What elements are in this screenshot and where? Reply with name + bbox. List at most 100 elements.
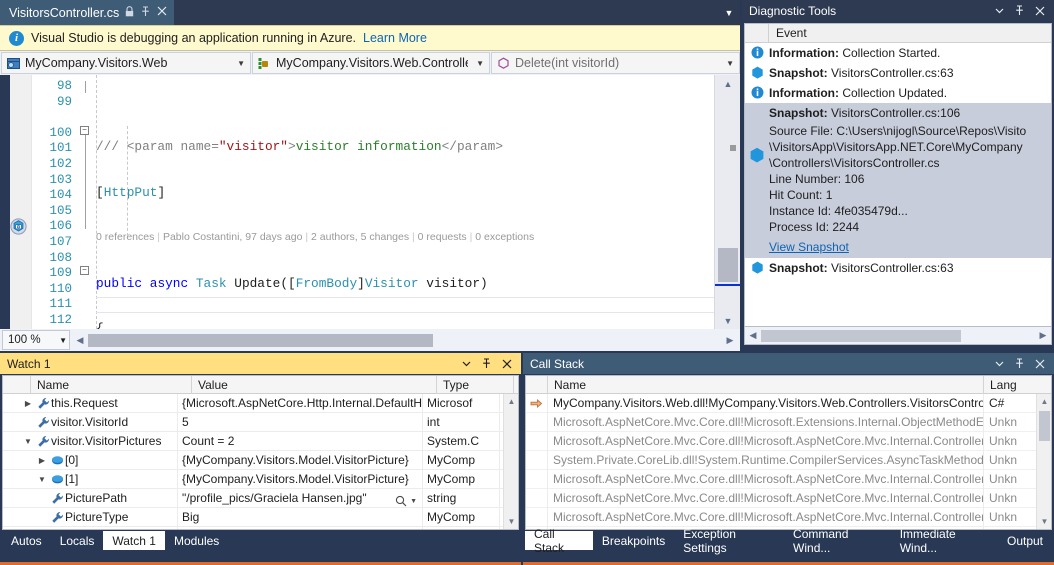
chevron-down-icon[interactable] [460,357,473,370]
table-row[interactable]: ▼ visitor.VisitorPictures Count = 2 Syst… [3,431,518,451]
scroll-down-button[interactable]: ▼ [1037,514,1051,529]
tab-command-window[interactable]: Command Wind... [784,527,891,555]
watch-value-cell[interactable]: {Microsoft.AspNetCore.Http.Internal.Defa… [178,393,423,413]
editor-vertical-scrollbar[interactable]: ▲ ▼ [714,75,740,329]
snappoint-icon[interactable] [10,218,27,235]
editor-horizontal-scrollbar[interactable]: ◀ ▶ [72,330,738,350]
watch-value-cell[interactable]: "/profile_pics/Graciela Hansen.jpg" ▼ [178,488,423,508]
column-header-name[interactable]: Name [31,376,192,394]
watch-name-cell[interactable]: ▼ visitor.VisitorPictures [3,431,178,451]
scroll-right-button[interactable]: ▶ [722,331,738,349]
table-row[interactable]: MyCompany.Visitors.Web.dll!MyCompany.Vis… [526,393,1051,413]
diagnostic-horizontal-scrollbar[interactable]: ◀ ▶ [744,327,1052,345]
diagnostic-event-row-selected[interactable]: Snapshot: VisitorsController.cs:106 Sour… [745,103,1051,258]
diag-hscroll-thumb[interactable] [761,329,961,342]
table-row[interactable]: ▶ [0] {MyCompany.Visitors.Model.VisitorP… [3,450,518,470]
close-icon[interactable] [1033,4,1046,17]
table-row[interactable]: PicturePath "/profile_pics/Graciela Hans… [3,488,518,508]
zoom-level-dropdown[interactable]: 100 % ▼ [2,330,70,350]
chevron-down-icon[interactable]: ▼ [723,59,737,68]
close-icon[interactable] [1033,357,1046,370]
table-row[interactable]: Microsoft.AspNetCore.Mvc.Core.dll!Micros… [526,507,1051,527]
scroll-right-button[interactable]: ▶ [1035,327,1051,345]
expander-collapsed-icon[interactable]: ▶ [21,394,35,413]
chevron-down-icon[interactable]: ▼ [718,0,740,25]
watch-value-cell[interactable]: {MyCompany.Visitors.Model.VisitorPicture… [178,450,423,470]
pin-icon[interactable] [140,5,151,20]
column-header-name[interactable]: Name [548,376,984,394]
pin-icon[interactable] [1013,4,1026,17]
close-icon[interactable] [157,6,167,19]
watch-name-cell[interactable]: ▶ this.Request [3,393,178,413]
diag-hscroll-track[interactable] [761,329,1035,342]
tab-immediate-window[interactable]: Immediate Wind... [891,527,998,555]
column-header-type[interactable]: Type [437,376,514,394]
lock-icon[interactable] [125,5,134,20]
diagnostic-events-list[interactable]: Event Information: Collection Started. S… [744,23,1052,327]
call-stack-vertical-scrollbar[interactable]: ▲ ▼ [1036,394,1051,529]
expander-collapsed-icon[interactable]: ▶ [35,451,49,470]
tab-autos[interactable]: Autos [2,531,51,550]
code-surface[interactable]: 98 99 100 101 102 103 104 105 106 107 10… [0,75,740,329]
tab-call-stack[interactable]: Call Stack [525,527,593,555]
chevron-down-icon[interactable]: ▼ [234,59,248,68]
watch-name-cell[interactable]: ▼ [1] [3,469,178,489]
chevron-down-icon[interactable] [993,357,1006,370]
scroll-up-button[interactable]: ▲ [1037,394,1051,409]
tab-exception-settings[interactable]: Exception Settings [674,527,784,555]
watch-name-cell[interactable]: PictureType [3,507,178,527]
document-tab-visitorscontroller[interactable]: VisitorsController.cs [0,0,175,25]
watch-value-cell[interactable]: 5 [178,412,423,432]
navbar-type-dropdown[interactable]: MyCompany.Visitors.Web.Controllers.\ ▼ [252,52,490,74]
tab-modules[interactable]: Modules [165,531,228,550]
table-row[interactable]: Microsoft.AspNetCore.Mvc.Core.dll!Micros… [526,469,1051,489]
tab-breakpoints[interactable]: Breakpoints [593,531,674,550]
collapse-toggle[interactable]: − [80,266,89,275]
diagnostic-event-row[interactable]: Information: Collection Updated. [745,83,1051,103]
column-header-lang[interactable]: Lang [984,376,1036,394]
view-snapshot-link[interactable]: View Snapshot [769,239,1026,255]
diagnostic-event-row[interactable]: Snapshot: VisitorsController.cs:63 [745,63,1051,83]
visualizer-button[interactable]: ▼ [395,492,417,508]
pin-icon[interactable] [480,357,493,370]
scroll-left-button[interactable]: ◀ [72,331,88,349]
learn-more-link[interactable]: Learn More [363,31,427,45]
navbar-member-dropdown[interactable]: Delete(int visitorId) ▼ [491,52,740,74]
call-stack-grid[interactable]: Name Lang MyCompany.Visitors.Web.dll!MyC… [525,375,1052,530]
tab-watch-1[interactable]: Watch 1 [103,531,165,550]
call-stack-scroll-thumb[interactable] [1039,411,1050,441]
watch-value-cell[interactable]: Big [178,507,423,527]
collapse-toggle[interactable]: − [80,126,89,135]
tab-output[interactable]: Output [998,531,1052,550]
column-header-value[interactable]: Value [192,376,437,394]
close-icon[interactable] [500,357,513,370]
diagnostic-event-row[interactable]: Information: Collection Started. [745,43,1051,63]
outlining-margin[interactable]: − − [78,75,94,329]
scroll-up-button[interactable]: ▲ [715,75,740,92]
tab-locals[interactable]: Locals [51,531,104,550]
watch-name-cell[interactable]: PicturePath [3,488,178,508]
watch-name-cell[interactable]: visitor.VisitorId [3,412,178,432]
watch-value-cell[interactable]: {MyCompany.Visitors.Model.VisitorPicture… [178,469,423,489]
chevron-down-icon[interactable] [993,4,1006,17]
diagnostic-event-row[interactable]: Snapshot: VisitorsController.cs:63 [745,258,1051,278]
watch-grid[interactable]: Name Value Type ▶ this.Request {Microsof… [2,375,519,530]
table-row[interactable]: Microsoft.AspNetCore.Mvc.Core.dll!Micros… [526,488,1051,508]
code-text[interactable]: /// <param name="visitor">visitor inform… [96,75,714,329]
watch-name-cell[interactable]: ▶ [0] [3,450,178,470]
chevron-down-icon[interactable]: ▼ [59,336,67,345]
watch-value-cell[interactable]: Count = 2 [178,431,423,451]
navbar-project-dropdown[interactable]: MyCompany.Visitors.Web ▼ [1,52,251,74]
codelens-annotation[interactable]: 0 references | Pablo Costantini, 97 days… [96,230,714,246]
watch-vertical-scrollbar[interactable]: ▲ ▼ [503,394,518,529]
pin-icon[interactable] [1013,357,1026,370]
table-row[interactable]: visitor.VisitorId 5 int [3,412,518,432]
scroll-down-button[interactable]: ▼ [715,312,740,329]
scroll-down-button[interactable]: ▼ [504,514,518,529]
editor-scroll-thumb[interactable] [718,248,738,282]
table-row[interactable]: ▼ [1] {MyCompany.Visitors.Model.VisitorP… [3,469,518,489]
table-row[interactable]: Microsoft.AspNetCore.Mvc.Core.dll!Micros… [526,431,1051,451]
table-row[interactable]: Microsoft.AspNetCore.Mvc.Core.dll!Micros… [526,412,1051,432]
hscroll-track[interactable] [88,331,722,349]
table-row[interactable]: PictureType Big MyComp [3,507,518,527]
